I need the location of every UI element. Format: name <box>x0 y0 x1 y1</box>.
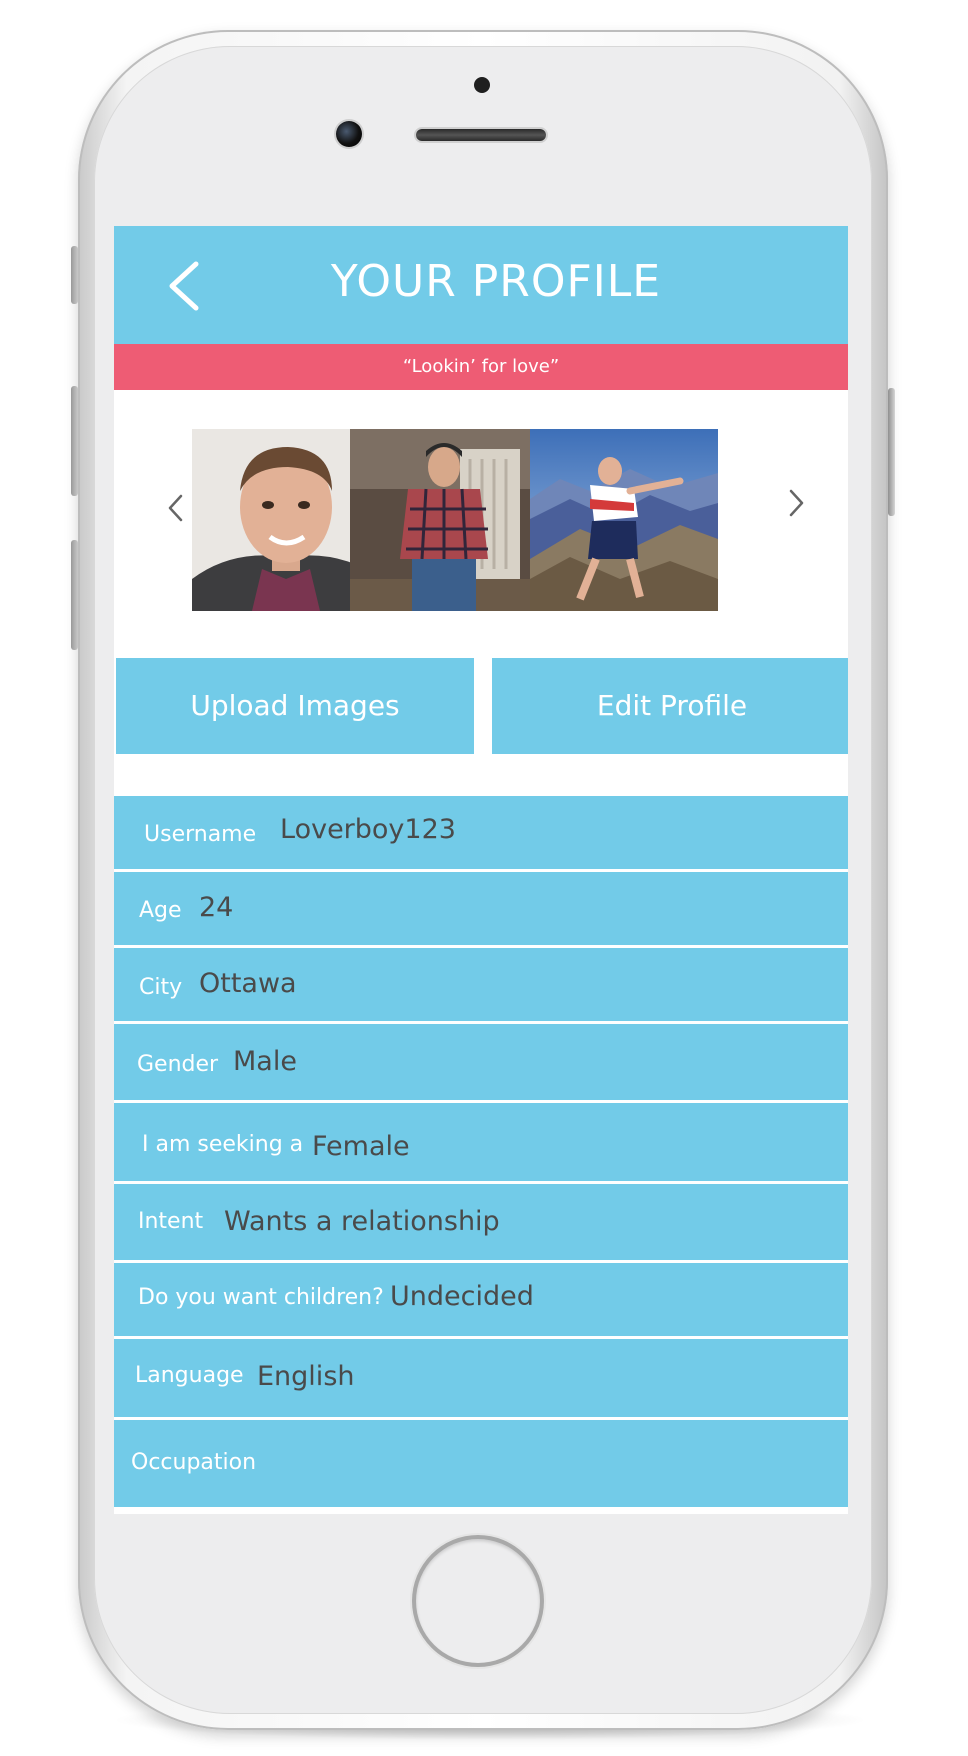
header-bar: YOUR PROFILE <box>114 226 848 344</box>
carousel-prev-button[interactable] <box>166 492 186 524</box>
app-screen: YOUR PROFILE “Lookin’ for love” Upload I… <box>114 226 848 1514</box>
field-row-gender[interactable]: Gender Male <box>114 1024 848 1100</box>
volume-down-button <box>71 540 78 650</box>
edit-profile-button[interactable]: Edit Profile <box>492 658 848 754</box>
field-label: Gender <box>137 1052 219 1077</box>
upload-images-button[interactable]: Upload Images <box>116 658 474 754</box>
field-row-intent[interactable]: Intent Wants a relationship <box>114 1184 848 1260</box>
full-body-photo <box>350 429 538 611</box>
field-row-children[interactable]: Do you want children? Undecided <box>114 1263 848 1336</box>
profile-photo-2[interactable] <box>350 429 538 611</box>
field-row-city[interactable]: City Ottawa <box>114 948 848 1021</box>
earpiece-speaker <box>416 129 546 141</box>
mountain-photo <box>530 429 718 611</box>
tagline-bar: “Lookin’ for love” <box>114 344 848 390</box>
field-row-language[interactable]: Language English <box>114 1339 848 1417</box>
field-value: Female <box>312 1131 410 1162</box>
field-value: Ottawa <box>199 968 297 999</box>
field-label: I am seeking a <box>142 1132 304 1157</box>
field-label: Age <box>139 898 182 923</box>
page-title: YOUR PROFILE <box>330 256 662 307</box>
stage: YOUR PROFILE “Lookin’ for love” Upload I… <box>0 0 968 1756</box>
front-camera-icon <box>336 121 362 147</box>
field-label: Username <box>144 822 257 847</box>
field-label: Language <box>135 1363 244 1388</box>
field-row-occupation[interactable]: Occupation <box>114 1420 848 1507</box>
field-value: Male <box>233 1046 297 1077</box>
field-row-age[interactable]: Age 24 <box>114 872 848 945</box>
profile-photo-3[interactable] <box>530 429 718 611</box>
field-label: City <box>139 975 183 1000</box>
power-button <box>888 388 895 516</box>
field-label: Occupation <box>131 1450 257 1475</box>
field-value: Undecided <box>390 1281 534 1312</box>
field-value: 24 <box>199 892 234 923</box>
field-label: Intent <box>138 1209 204 1234</box>
proximity-sensor <box>474 77 490 93</box>
field-row-seeking[interactable]: I am seeking a Female <box>114 1103 848 1181</box>
field-value: Wants a relationship <box>224 1206 500 1237</box>
field-value: English <box>257 1361 355 1392</box>
field-label: Do you want children? <box>138 1285 384 1310</box>
home-button[interactable] <box>416 1539 540 1663</box>
mute-switch <box>71 246 78 304</box>
field-value: Loverboy123 <box>280 814 456 845</box>
carousel-next-button[interactable] <box>786 487 806 519</box>
volume-up-button <box>71 386 78 496</box>
chevron-left-icon <box>168 494 183 522</box>
field-row-username[interactable]: Username Loverboy123 <box>114 796 848 869</box>
chevron-right-icon <box>789 489 804 517</box>
profile-tagline: “Lookin’ for love” <box>402 356 560 377</box>
